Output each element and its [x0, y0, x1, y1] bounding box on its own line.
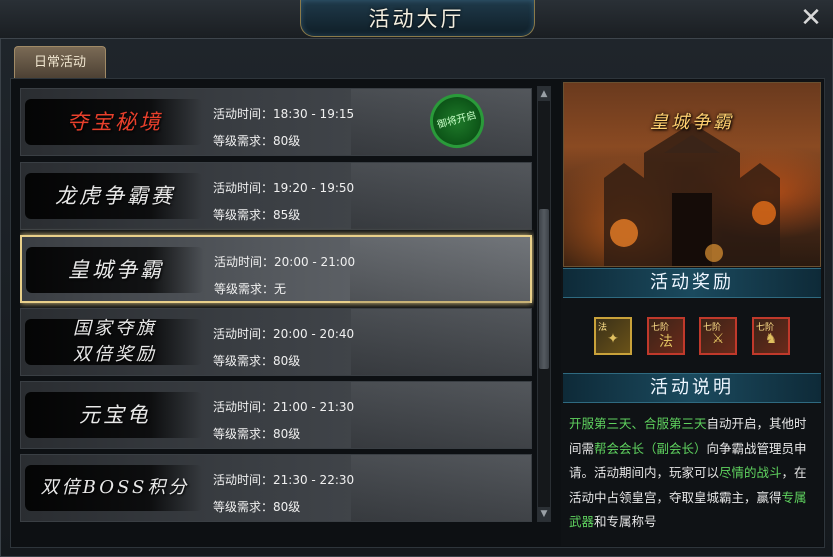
- preview-title: 皇城争霸: [650, 112, 734, 133]
- time-value: 21:00 - 21:30: [273, 400, 355, 414]
- time-label: 活动时间：: [213, 181, 274, 195]
- scroll-thumb[interactable]: [539, 209, 549, 369]
- activity-info: 活动时间：20:00 - 20:40 等级需求：80级: [213, 309, 413, 375]
- activity-info: 活动时间：20:00 - 21:00 等级需求：无: [214, 237, 414, 303]
- activity-row-dragon-tiger[interactable]: 龙虎争霸赛 活动时间：19:20 - 19:50 等级需求：85级: [20, 162, 532, 230]
- description-header: 活动说明: [563, 373, 821, 403]
- crystal-ball-icon: ✦: [607, 331, 619, 347]
- req-label: 等级需求：: [213, 208, 274, 222]
- activity-row-imperial-city[interactable]: 皇城争霸 活动时间：20:00 - 21:00 等级需求：无: [20, 235, 532, 303]
- time-value: 20:00 - 20:40: [273, 327, 355, 341]
- activity-name: 龙虎争霸赛: [55, 184, 175, 208]
- req-value: 80级: [273, 500, 301, 514]
- activity-list: 夺宝秘境 活动时间：18:30 - 19:15 等级需求：80级 御将开启 龙虎…: [20, 88, 534, 522]
- activity-name: 双倍BOSS积分: [40, 477, 190, 498]
- activity-name: 夺宝秘境: [67, 110, 163, 134]
- req-label: 等级需求：: [213, 427, 274, 441]
- desc-highlight: 开服第三天、合服第三天: [569, 416, 707, 431]
- close-button[interactable]: ✕: [798, 5, 824, 32]
- desc-highlight: 尽情的战斗: [719, 465, 782, 480]
- weapon-icon: ⚔: [711, 331, 725, 347]
- activity-name: 国家夺旗 双倍奖励: [73, 318, 157, 365]
- activity-list-scrollbar[interactable]: ▲ ▼: [537, 86, 551, 522]
- time-label: 活动时间：: [214, 255, 275, 269]
- mount-icon: ♞: [764, 331, 778, 347]
- activity-info: 活动时间：18:30 - 19:15 等级需求：80级: [213, 89, 413, 155]
- activity-name: 元宝龟: [79, 403, 151, 427]
- rewards-header: 活动奖励: [563, 268, 821, 298]
- reward-item[interactable]: 法 ✦: [594, 317, 632, 355]
- req-value: 80级: [273, 134, 301, 148]
- equipment-icon: 法: [659, 334, 673, 350]
- activity-row-double-boss[interactable]: 双倍BOSS积分 活动时间：21:30 - 22:30 等级需求：80级: [20, 454, 532, 522]
- activity-name: 皇城争霸: [68, 258, 164, 282]
- activity-row-national-flag[interactable]: 国家夺旗 双倍奖励 活动时间：20:00 - 20:40 等级需求：80级: [20, 308, 532, 376]
- time-value: 21:30 - 22:30: [273, 473, 355, 487]
- req-value: 85级: [273, 208, 301, 222]
- time-value: 18:30 - 19:15: [273, 107, 355, 121]
- reward-item[interactable]: 七阶 ♞: [752, 317, 790, 355]
- scroll-down-arrow-icon[interactable]: ▼: [538, 507, 550, 521]
- rewards-row: 法 ✦ 七阶 法 七阶 ⚔ 七阶 ♞: [563, 304, 821, 372]
- req-value: 80级: [273, 427, 301, 441]
- reward-item[interactable]: 七阶 法: [647, 317, 685, 355]
- activity-info: 活动时间：19:20 - 19:50 等级需求：85级: [213, 163, 413, 229]
- desc-highlight: 帮会会长（副会长）: [594, 440, 707, 456]
- window-title: 活动大厅: [368, 7, 465, 31]
- activity-row-treasure-realm[interactable]: 夺宝秘境 活动时间：18:30 - 19:15 等级需求：80级 御将开启: [20, 88, 532, 156]
- tab-daily-activities[interactable]: 日常活动: [14, 46, 106, 78]
- req-value: 80级: [273, 354, 301, 368]
- time-label: 活动时间：: [213, 473, 274, 487]
- req-label: 等级需求：: [213, 500, 274, 514]
- activity-info: 活动时间：21:00 - 21:30 等级需求：80级: [213, 382, 413, 448]
- activity-description: 开服第三天、合服第三天自动开启，其他时间需帮会会长（副会长）向争霸战管理员申请。…: [569, 412, 817, 542]
- time-label: 活动时间：: [213, 400, 274, 414]
- activity-row-ingot-turtle[interactable]: 元宝龟 活动时间：21:00 - 21:30 等级需求：80级: [20, 381, 532, 449]
- desc-text: 和专属称号: [594, 514, 657, 529]
- time-label: 活动时间：: [213, 107, 274, 121]
- activity-info: 活动时间：21:30 - 22:30 等级需求：80级: [213, 455, 413, 521]
- scroll-up-arrow-icon[interactable]: ▲: [538, 87, 550, 101]
- req-label: 等级需求：: [214, 282, 275, 296]
- reward-item[interactable]: 七阶 ⚔: [699, 317, 737, 355]
- time-label: 活动时间：: [213, 327, 274, 341]
- time-value: 20:00 - 21:00: [274, 255, 356, 269]
- req-value: 无: [274, 282, 287, 296]
- req-label: 等级需求：: [213, 354, 274, 368]
- time-value: 19:20 - 19:50: [273, 181, 355, 195]
- req-label: 等级需求：: [213, 134, 274, 148]
